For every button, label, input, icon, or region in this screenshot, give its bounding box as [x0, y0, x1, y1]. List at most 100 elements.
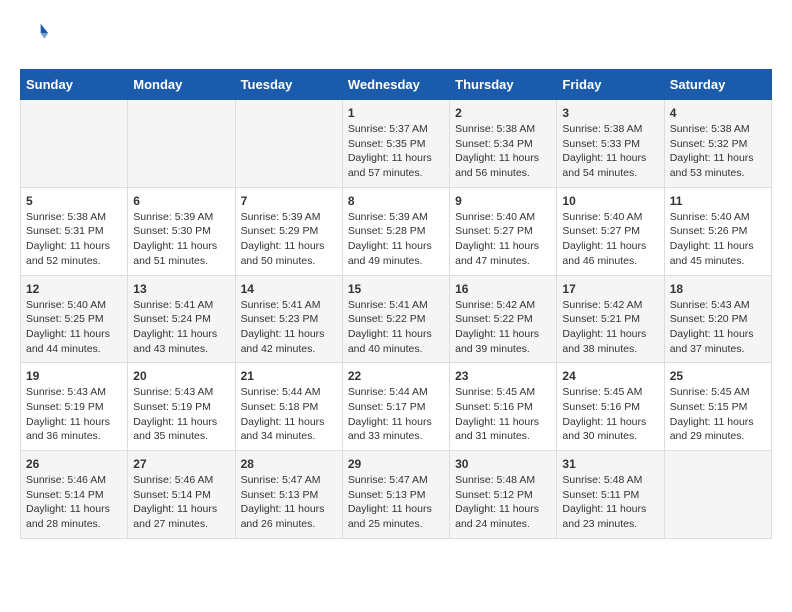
cell-info: Sunrise: 5:45 AM Sunset: 5:15 PM Dayligh…	[670, 385, 766, 444]
cell-info: Sunrise: 5:45 AM Sunset: 5:16 PM Dayligh…	[562, 385, 658, 444]
day-header-thursday: Thursday	[450, 70, 557, 100]
calendar-week-3: 12Sunrise: 5:40 AM Sunset: 5:25 PM Dayli…	[21, 275, 772, 363]
cell-info: Sunrise: 5:38 AM Sunset: 5:33 PM Dayligh…	[562, 122, 658, 181]
cell-info: Sunrise: 5:48 AM Sunset: 5:12 PM Dayligh…	[455, 473, 551, 532]
calendar-week-1: 1 Sunrise: 5:37 AM Sunset: 5:35 PM Daylig…	[21, 100, 772, 188]
day-number: 3	[562, 106, 658, 120]
cell-info: Sunrise: 5:44 AM Sunset: 5:17 PM Dayligh…	[348, 385, 444, 444]
calendar-cell: 5Sunrise: 5:38 AM Sunset: 5:31 PM Daylig…	[21, 187, 128, 275]
day-number: 6	[133, 194, 229, 208]
logo	[20, 20, 50, 53]
calendar-cell: 30 Sunrise: 5:48 AM Sunset: 5:12 PM Dayli…	[450, 451, 557, 539]
cell-info: Sunrise: 5:39 AM Sunset: 5:28 PM Dayligh…	[348, 210, 444, 269]
cell-info: Sunrise: 5:39 AM Sunset: 5:29 PM Dayligh…	[241, 210, 337, 269]
day-number: 5	[26, 194, 122, 208]
calendar-cell: 21 Sunrise: 5:44 AM Sunset: 5:18 PM Dayli…	[235, 363, 342, 451]
calendar-cell: 18Sunrise: 5:43 AM Sunset: 5:20 PM Dayli…	[664, 275, 771, 363]
day-number: 17	[562, 282, 658, 296]
days-header-row: SundayMondayTuesdayWednesdayThursdayFrid…	[21, 70, 772, 100]
calendar-cell: 19 Sunrise: 5:43 AM Sunset: 5:19 PM Dayli…	[21, 363, 128, 451]
day-number: 31	[562, 457, 658, 471]
calendar-cell	[128, 100, 235, 188]
day-number: 24	[562, 369, 658, 383]
calendar-cell: 14 Sunrise: 5:41 AM Sunset: 5:23 PM Dayli…	[235, 275, 342, 363]
cell-info: Sunrise: 5:41 AM Sunset: 5:22 PM Dayligh…	[348, 298, 444, 357]
calendar-cell: 2 Sunrise: 5:38 AM Sunset: 5:34 PM Daylig…	[450, 100, 557, 188]
calendar-table: SundayMondayTuesdayWednesdayThursdayFrid…	[20, 69, 772, 539]
cell-info: Sunrise: 5:47 AM Sunset: 5:13 PM Dayligh…	[348, 473, 444, 532]
calendar-week-2: 5Sunrise: 5:38 AM Sunset: 5:31 PM Daylig…	[21, 187, 772, 275]
day-number: 28	[241, 457, 337, 471]
calendar-cell: 13 Sunrise: 5:41 AM Sunset: 5:24 PM Dayli…	[128, 275, 235, 363]
day-header-monday: Monday	[128, 70, 235, 100]
day-number: 30	[455, 457, 551, 471]
cell-info: Sunrise: 5:44 AM Sunset: 5:18 PM Dayligh…	[241, 385, 337, 444]
cell-info: Sunrise: 5:48 AM Sunset: 5:11 PM Dayligh…	[562, 473, 658, 532]
day-number: 20	[133, 369, 229, 383]
day-number: 26	[26, 457, 122, 471]
day-number: 15	[348, 282, 444, 296]
cell-info: Sunrise: 5:38 AM Sunset: 5:34 PM Dayligh…	[455, 122, 551, 181]
day-number: 14	[241, 282, 337, 296]
calendar-cell: 16 Sunrise: 5:42 AM Sunset: 5:22 PM Dayli…	[450, 275, 557, 363]
calendar-week-4: 19 Sunrise: 5:43 AM Sunset: 5:19 PM Dayli…	[21, 363, 772, 451]
calendar-cell: 4 Sunrise: 5:38 AM Sunset: 5:32 PM Daylig…	[664, 100, 771, 188]
day-number: 19	[26, 369, 122, 383]
calendar-cell	[235, 100, 342, 188]
calendar-cell: 10 Sunrise: 5:40 AM Sunset: 5:27 PM Dayli…	[557, 187, 664, 275]
day-number: 10	[562, 194, 658, 208]
day-number: 7	[241, 194, 337, 208]
cell-info: Sunrise: 5:39 AM Sunset: 5:30 PM Dayligh…	[133, 210, 229, 269]
calendar-cell	[21, 100, 128, 188]
day-number: 2	[455, 106, 551, 120]
day-header-friday: Friday	[557, 70, 664, 100]
day-number: 9	[455, 194, 551, 208]
day-number: 13	[133, 282, 229, 296]
day-header-tuesday: Tuesday	[235, 70, 342, 100]
calendar-cell: 17 Sunrise: 5:42 AM Sunset: 5:21 PM Dayli…	[557, 275, 664, 363]
page-header	[20, 20, 772, 53]
cell-info: Sunrise: 5:46 AM Sunset: 5:14 PM Dayligh…	[133, 473, 229, 532]
day-number: 12	[26, 282, 122, 296]
day-number: 22	[348, 369, 444, 383]
day-number: 1	[348, 106, 444, 120]
cell-info: Sunrise: 5:37 AM Sunset: 5:35 PM Dayligh…	[348, 122, 444, 181]
calendar-cell: 15 Sunrise: 5:41 AM Sunset: 5:22 PM Dayli…	[342, 275, 449, 363]
cell-info: Sunrise: 5:46 AM Sunset: 5:14 PM Dayligh…	[26, 473, 122, 532]
calendar-cell: 1 Sunrise: 5:37 AM Sunset: 5:35 PM Daylig…	[342, 100, 449, 188]
day-number: 25	[670, 369, 766, 383]
day-number: 16	[455, 282, 551, 296]
calendar-cell: 25 Sunrise: 5:45 AM Sunset: 5:15 PM Dayli…	[664, 363, 771, 451]
calendar-cell: 3 Sunrise: 5:38 AM Sunset: 5:33 PM Daylig…	[557, 100, 664, 188]
day-number: 27	[133, 457, 229, 471]
calendar-cell: 26 Sunrise: 5:46 AM Sunset: 5:14 PM Dayli…	[21, 451, 128, 539]
cell-info: Sunrise: 5:43 AM Sunset: 5:20 PM Dayligh…	[670, 298, 766, 357]
cell-info: Sunrise: 5:40 AM Sunset: 5:27 PM Dayligh…	[455, 210, 551, 269]
day-number: 21	[241, 369, 337, 383]
cell-info: Sunrise: 5:42 AM Sunset: 5:22 PM Dayligh…	[455, 298, 551, 357]
calendar-cell: 6 Sunrise: 5:39 AM Sunset: 5:30 PM Daylig…	[128, 187, 235, 275]
day-number: 11	[670, 194, 766, 208]
cell-info: Sunrise: 5:41 AM Sunset: 5:24 PM Dayligh…	[133, 298, 229, 357]
calendar-week-5: 26 Sunrise: 5:46 AM Sunset: 5:14 PM Dayli…	[21, 451, 772, 539]
cell-info: Sunrise: 5:38 AM Sunset: 5:32 PM Dayligh…	[670, 122, 766, 181]
day-number: 23	[455, 369, 551, 383]
cell-info: Sunrise: 5:42 AM Sunset: 5:21 PM Dayligh…	[562, 298, 658, 357]
calendar-cell: 29Sunrise: 5:47 AM Sunset: 5:13 PM Dayli…	[342, 451, 449, 539]
cell-info: Sunrise: 5:47 AM Sunset: 5:13 PM Dayligh…	[241, 473, 337, 532]
cell-info: Sunrise: 5:43 AM Sunset: 5:19 PM Dayligh…	[133, 385, 229, 444]
day-header-wednesday: Wednesday	[342, 70, 449, 100]
calendar-cell: 22 Sunrise: 5:44 AM Sunset: 5:17 PM Dayli…	[342, 363, 449, 451]
cell-info: Sunrise: 5:43 AM Sunset: 5:19 PM Dayligh…	[26, 385, 122, 444]
calendar-cell: 8 Sunrise: 5:39 AM Sunset: 5:28 PM Daylig…	[342, 187, 449, 275]
calendar-cell	[664, 451, 771, 539]
day-header-sunday: Sunday	[21, 70, 128, 100]
calendar-cell: 11Sunrise: 5:40 AM Sunset: 5:26 PM Dayli…	[664, 187, 771, 275]
calendar-cell: 20 Sunrise: 5:43 AM Sunset: 5:19 PM Dayli…	[128, 363, 235, 451]
calendar-cell: 9 Sunrise: 5:40 AM Sunset: 5:27 PM Daylig…	[450, 187, 557, 275]
cell-info: Sunrise: 5:41 AM Sunset: 5:23 PM Dayligh…	[241, 298, 337, 357]
day-number: 4	[670, 106, 766, 120]
day-header-saturday: Saturday	[664, 70, 771, 100]
day-number: 8	[348, 194, 444, 208]
cell-info: Sunrise: 5:40 AM Sunset: 5:27 PM Dayligh…	[562, 210, 658, 269]
